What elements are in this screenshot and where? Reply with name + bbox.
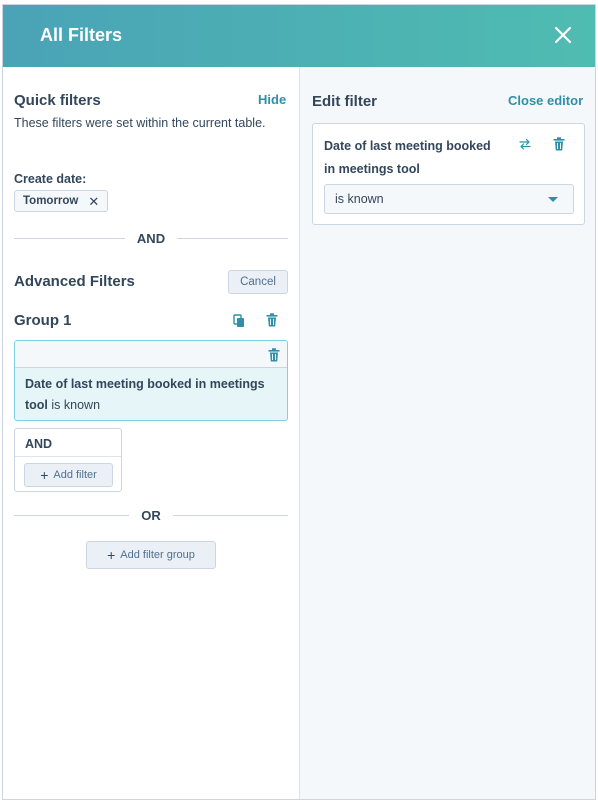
or-divider: OR (14, 507, 288, 523)
cancel-button[interactable]: Cancel (228, 270, 288, 294)
operator-select[interactable]: is known (324, 184, 574, 214)
plus-icon: + (40, 467, 49, 483)
quick-filters-description: These filters were set within the curren… (14, 116, 266, 130)
and-group-label: AND (25, 437, 53, 451)
swap-property-icon[interactable] (518, 136, 532, 152)
and-divider: AND (14, 230, 289, 246)
filter-condition-text: Date of last meeting booked in meetings … (25, 374, 275, 416)
add-filter-group-button[interactable]: + Add filter group (86, 541, 216, 569)
edit-filter-property: Date of last meeting booked in meetings … (324, 139, 491, 176)
close-editor-link[interactable]: Close editor (508, 93, 583, 108)
panel-title: All Filters (40, 25, 123, 45)
chevron-down-icon (548, 197, 558, 202)
clone-group-icon[interactable] (232, 313, 246, 329)
filter-condition-card[interactable]: Date of last meeting booked in meetings … (14, 340, 288, 421)
chip-remove-icon[interactable]: ✕ (88, 195, 99, 208)
filters-column: Quick filters Hide These filters were se… (3, 67, 299, 799)
panel-header: All Filters (3, 5, 595, 67)
all-filters-panel: All Filters Quick filters Hide These fil… (2, 4, 596, 800)
and-group-separator (15, 456, 121, 457)
or-divider-label: OR (141, 507, 161, 523)
edit-filter-card: Date of last meeting booked in meetings … (312, 123, 585, 225)
delete-group-icon[interactable] (265, 312, 279, 328)
close-icon[interactable] (551, 23, 575, 47)
add-filter-button[interactable]: + Add filter (24, 463, 113, 487)
group-title: Group 1 (14, 312, 72, 329)
divider-line-right (172, 514, 288, 516)
hide-quick-filters-link[interactable]: Hide (258, 92, 286, 107)
add-filter-group-label: Add filter group (120, 549, 195, 561)
add-filter-label: Add filter (53, 469, 97, 481)
and-divider-label: AND (136, 230, 166, 246)
delete-filter-icon[interactable] (267, 347, 281, 363)
quick-filter-chip: Tomorrow ✕ (14, 190, 109, 212)
edit-filter-title: Edit filter (312, 93, 378, 110)
divider-line-left (14, 514, 130, 516)
quick-filters-title: Quick filters (14, 92, 101, 109)
plus-icon: + (107, 547, 116, 563)
edit-filter-column: Edit filter Close editor Date of last me… (299, 67, 595, 799)
filter-card-toolbar (15, 341, 287, 368)
chip-label: Tomorrow (23, 195, 79, 207)
create-date-label: Create date: (14, 172, 87, 186)
and-group-box: AND + Add filter (14, 428, 122, 492)
delete-filter-icon[interactable] (552, 136, 566, 152)
filter-operator: is known (47, 398, 101, 412)
divider-line-left (14, 237, 125, 239)
advanced-filters-title: Advanced Filters (14, 273, 135, 290)
divider-line-right (177, 237, 289, 239)
operator-select-value: is known (335, 192, 384, 206)
